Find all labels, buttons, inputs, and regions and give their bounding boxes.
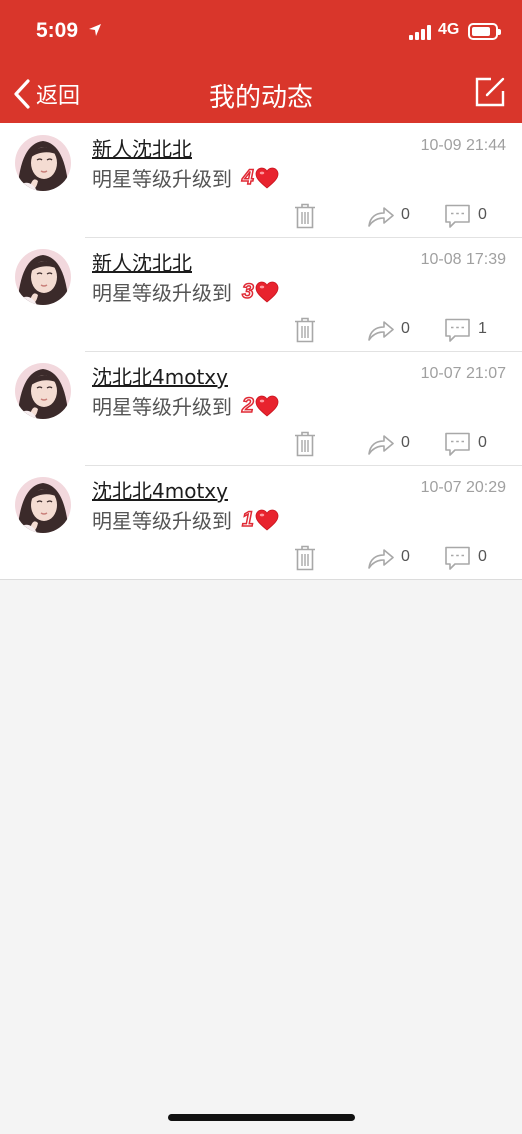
level-badge: 2 (241, 393, 254, 418)
battery-icon (468, 23, 501, 40)
post-timestamp: 10-07 21:07 (420, 365, 506, 382)
comment-icon[interactable] (445, 432, 470, 457)
post-actions: 0 0 (0, 431, 522, 461)
trash-icon[interactable] (294, 431, 316, 457)
avatar[interactable] (15, 249, 71, 305)
level-badge: 4 (241, 165, 254, 190)
comment-count: 1 (478, 320, 487, 337)
post-message: 明星等级升级到 1 (92, 505, 279, 534)
message-text: 明星等级升级到 (92, 281, 232, 305)
post-message: 明星等级升级到 3 (92, 277, 279, 306)
network-type: 4G (438, 21, 460, 38)
home-indicator[interactable] (168, 1114, 355, 1121)
share-count: 0 (401, 320, 410, 337)
post-timestamp: 10-07 20:29 (420, 479, 506, 496)
share-count: 0 (401, 206, 410, 223)
comment-count: 0 (478, 548, 487, 565)
post-actions: 0 0 (0, 203, 522, 233)
comment-icon[interactable] (445, 318, 470, 343)
message-text: 明星等级升级到 (92, 167, 232, 191)
avatar[interactable] (15, 477, 71, 533)
trash-icon[interactable] (294, 203, 316, 229)
post-message: 明星等级升级到 2 (92, 391, 279, 420)
signal-icon (409, 24, 433, 40)
post-message: 明星等级升级到 4 (92, 163, 279, 192)
app-header: 5:09 4G 返回 我的动态 (0, 0, 522, 123)
status-time: 5:09 (36, 19, 79, 42)
share-count: 0 (401, 548, 410, 565)
post-actions: 0 0 (0, 545, 522, 575)
feed-item: 沈北北4motxy 10-07 20:29 明星等级升级到 1 0 0 (0, 465, 522, 579)
feed-item: 新人沈北北 10-09 21:44 明星等级升级到 4 0 0 (0, 123, 522, 237)
comment-count: 0 (478, 434, 487, 451)
post-actions: 0 1 (0, 317, 522, 347)
heart-icon (255, 167, 279, 189)
user-name[interactable]: 沈北北4motxy (92, 361, 228, 390)
share-icon[interactable] (367, 547, 395, 569)
avatar[interactable] (15, 135, 71, 191)
message-text: 明星等级升级到 (92, 509, 232, 533)
comment-icon[interactable] (445, 204, 470, 229)
status-bar: 5:09 4G (0, 0, 522, 64)
level-badge: 1 (241, 507, 254, 532)
feed-item: 新人沈北北 10-08 17:39 明星等级升级到 3 0 1 (0, 237, 522, 351)
user-name[interactable]: 沈北北4motxy (92, 475, 228, 504)
share-icon[interactable] (367, 433, 395, 455)
user-name[interactable]: 新人沈北北 (92, 247, 192, 276)
comment-icon[interactable] (445, 546, 470, 571)
edit-icon[interactable] (474, 76, 506, 108)
user-name[interactable]: 新人沈北北 (92, 133, 192, 162)
comment-count: 0 (478, 206, 487, 223)
trash-icon[interactable] (294, 317, 316, 343)
post-timestamp: 10-08 17:39 (420, 251, 506, 268)
avatar[interactable] (15, 363, 71, 419)
share-count: 0 (401, 434, 410, 451)
feed-list: 新人沈北北 10-09 21:44 明星等级升级到 4 0 0 新人沈北北 10… (0, 123, 522, 580)
page-title: 我的动态 (208, 83, 313, 113)
post-timestamp: 10-09 21:44 (420, 137, 506, 154)
heart-icon (255, 395, 279, 417)
heart-icon (255, 509, 279, 531)
heart-icon (255, 281, 279, 303)
share-icon[interactable] (367, 319, 395, 341)
location-arrow-icon (89, 24, 101, 36)
feed-item: 沈北北4motxy 10-07 21:07 明星等级升级到 2 0 0 (0, 351, 522, 465)
share-icon[interactable] (367, 205, 395, 227)
navigation-bar: 返回 我的动态 (0, 64, 522, 123)
trash-icon[interactable] (294, 545, 316, 571)
level-badge: 3 (241, 279, 254, 304)
message-text: 明星等级升级到 (92, 395, 232, 419)
